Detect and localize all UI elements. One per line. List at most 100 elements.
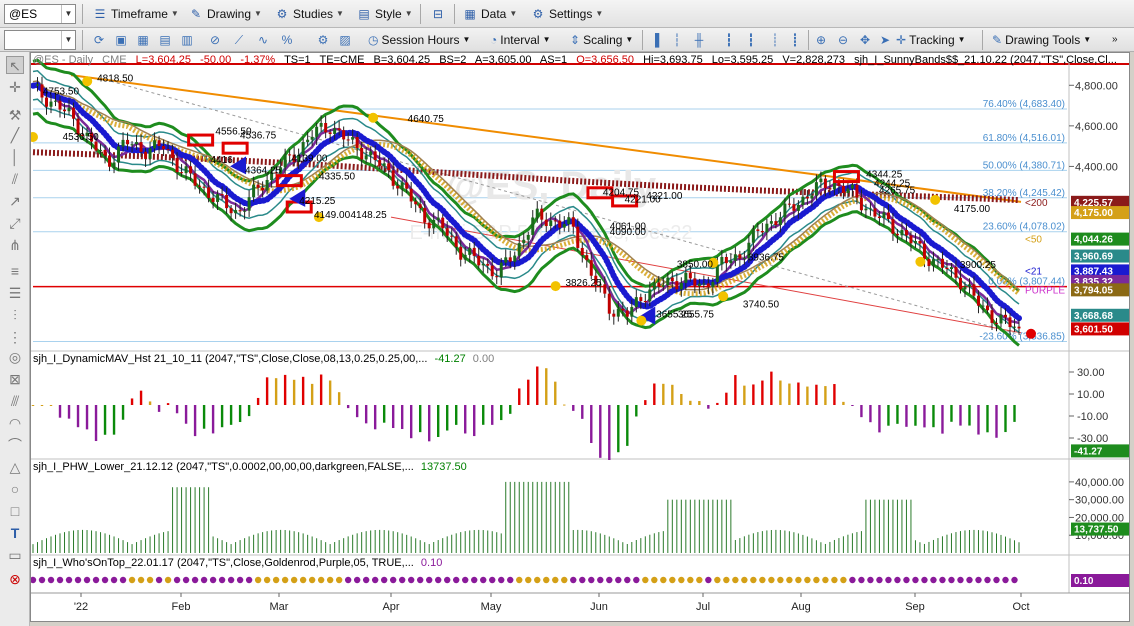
- hist-bar: [536, 366, 539, 405]
- compress-icon[interactable]: ┊: [766, 31, 784, 49]
- zoom-in-icon[interactable]: ⊕: [812, 31, 830, 49]
- scroll-left-icon[interactable]: ┇: [720, 31, 738, 49]
- table-icon[interactable]: ▥: [178, 31, 196, 49]
- trendline-icon[interactable]: ╱: [6, 126, 24, 144]
- layout-button[interactable]: ⊟: [426, 4, 450, 24]
- gann-icon[interactable]: ⊠: [6, 370, 24, 388]
- rectangle-icon[interactable]: □: [6, 502, 24, 520]
- whos-on-top-dot: [642, 576, 649, 584]
- bars-icon[interactable]: ┆: [668, 31, 686, 49]
- tracking-button[interactable]: ✛ Tracking ▼: [896, 30, 966, 50]
- candle-body: [630, 307, 634, 317]
- whos-on-top-dot: [371, 576, 379, 584]
- ma-label: <50: [1025, 235, 1042, 246]
- percent-icon[interactable]: %: [278, 31, 296, 49]
- whos-on-top-dot: [615, 576, 622, 584]
- pitchfork-icon[interactable]: ⋔: [6, 236, 24, 254]
- channel-icon[interactable]: ⫽: [6, 170, 24, 188]
- curve-icon[interactable]: ⌒: [6, 436, 24, 454]
- ellipse-icon[interactable]: ○: [6, 480, 24, 498]
- arc-icon[interactable]: ◠: [6, 414, 24, 432]
- text-tool-icon[interactable]: T: [6, 524, 24, 542]
- candle-body: [895, 233, 899, 236]
- session-hours-button[interactable]: ◷ Session Hours ▼: [368, 30, 470, 50]
- divider: [420, 4, 421, 24]
- candle-body: [153, 140, 157, 149]
- hist-bar: [319, 374, 323, 405]
- hist-bar: [581, 405, 584, 419]
- grid-icon[interactable]: ▦: [134, 31, 152, 49]
- style-button[interactable]: ▤ Style ▼: [352, 4, 417, 24]
- candle-body: [504, 257, 508, 263]
- vertical-line-icon[interactable]: │: [6, 148, 24, 166]
- cursor-icon[interactable]: ↖: [6, 56, 24, 74]
- spiral-icon[interactable]: ◎: [6, 348, 24, 366]
- pointer-icon[interactable]: ➤: [876, 31, 894, 49]
- candle-body: [1017, 326, 1021, 329]
- drawing-tools-button[interactable]: ✎ Drawing Tools ▼: [992, 30, 1091, 50]
- whos-on-top-dot: [939, 576, 946, 584]
- scaling-button[interactable]: ⇕ Scaling ▼: [570, 30, 633, 50]
- line-icon[interactable]: ⟋: [230, 31, 248, 49]
- chart-header: @ES - Daily CME L=3,604.25 -50.00 -1.37%…: [33, 54, 1123, 66]
- chevron-down-icon[interactable]: ▼: [61, 5, 75, 23]
- x-axis-label: Jul: [696, 601, 710, 613]
- expand-icon[interactable]: ┋: [786, 31, 804, 49]
- triangle-icon[interactable]: △: [6, 458, 24, 476]
- candle-body: [643, 301, 647, 303]
- settings-button[interactable]: ⚙ Settings ▼: [526, 4, 607, 24]
- wrench-icon[interactable]: ⚒: [6, 106, 24, 124]
- bid-field: B=3,604.25: [373, 54, 431, 66]
- chart-icon[interactable]: ▣: [112, 31, 130, 49]
- drawing-button[interactable]: ✎ Drawing ▼: [184, 4, 266, 24]
- whos-on-top-dot: [795, 576, 802, 584]
- delete-drawings-icon[interactable]: ⊗: [6, 570, 24, 588]
- price-tag-text: 4,175.00: [1074, 208, 1113, 219]
- candle-body: [760, 230, 764, 233]
- indicator-icon[interactable]: ⚙: [314, 31, 332, 49]
- interval-button[interactable]: ◔ Interval ▼: [490, 30, 551, 50]
- wave-icon[interactable]: ∿: [254, 31, 272, 49]
- zoom-out-icon[interactable]: ⊖: [834, 31, 852, 49]
- fibonacci-icon[interactable]: ☰: [6, 284, 24, 302]
- overflow-button[interactable]: »: [1112, 30, 1118, 50]
- pan-icon[interactable]: ✥: [856, 31, 874, 49]
- workspace-select[interactable]: ▼: [4, 30, 76, 50]
- chart-canvas[interactable]: 4,800.00 4,600.00 4,400.00 76.40% (4,683.40…: [31, 53, 1129, 621]
- whos-on-top-dot: [435, 576, 442, 584]
- studies-button[interactable]: ⚙ Studies ▼: [270, 4, 348, 24]
- data-button[interactable]: ▦ Data ▼: [458, 4, 521, 24]
- symbol-input[interactable]: @ES ▼: [4, 4, 76, 24]
- candle-body: [261, 187, 265, 191]
- candle-body: [603, 284, 607, 294]
- regression-icon[interactable]: ⫻: [6, 392, 24, 410]
- whos-on-top-dot: [822, 576, 829, 584]
- candle-body: [765, 223, 769, 233]
- refresh-icon[interactable]: ⟳: [90, 31, 108, 49]
- chevron-down-icon[interactable]: ▼: [61, 31, 75, 49]
- horizontal-lines-icon[interactable]: ≡: [6, 262, 24, 280]
- chart-window[interactable]: 4,800.00 4,600.00 4,400.00 76.40% (4,683.40…: [30, 52, 1130, 622]
- candle-body: [463, 254, 467, 260]
- main-toolbar: @ES ▼ ☰ Timeframe ▼ ✎ Drawing ▼ ⚙ Studie…: [0, 0, 1134, 28]
- ray-icon[interactable]: ↗: [6, 192, 24, 210]
- zoom-reset-icon[interactable]: ⊘: [206, 31, 224, 49]
- fib-time-icon[interactable]: ⋮: [6, 328, 24, 346]
- format-icon[interactable]: ▨: [336, 31, 354, 49]
- note-icon[interactable]: ▭: [6, 546, 24, 564]
- arrow-line-icon[interactable]: ⤢: [6, 214, 24, 232]
- bar-chart-icon[interactable]: ▤: [156, 31, 174, 49]
- fib-extension-icon[interactable]: ⫶: [6, 306, 24, 324]
- candle-body: [409, 188, 413, 202]
- app-window: @ES ▼ ☰ Timeframe ▼ ✎ Drawing ▼ ⚙ Studie…: [0, 0, 1134, 626]
- signal-dot: [550, 281, 561, 292]
- ask-size-field: AS=1: [539, 54, 568, 66]
- candle-body: [976, 295, 980, 306]
- scroll-right-icon[interactable]: ┇: [742, 31, 760, 49]
- price-annotation: 3655.75: [678, 309, 715, 320]
- ohlc-icon[interactable]: ╫: [690, 31, 708, 49]
- timeframe-button[interactable]: ☰ Timeframe ▼: [88, 4, 183, 24]
- crosshair-icon[interactable]: ✛: [6, 78, 24, 96]
- whos-on-top-dot: [92, 576, 100, 584]
- candles-icon[interactable]: ▐: [646, 31, 664, 49]
